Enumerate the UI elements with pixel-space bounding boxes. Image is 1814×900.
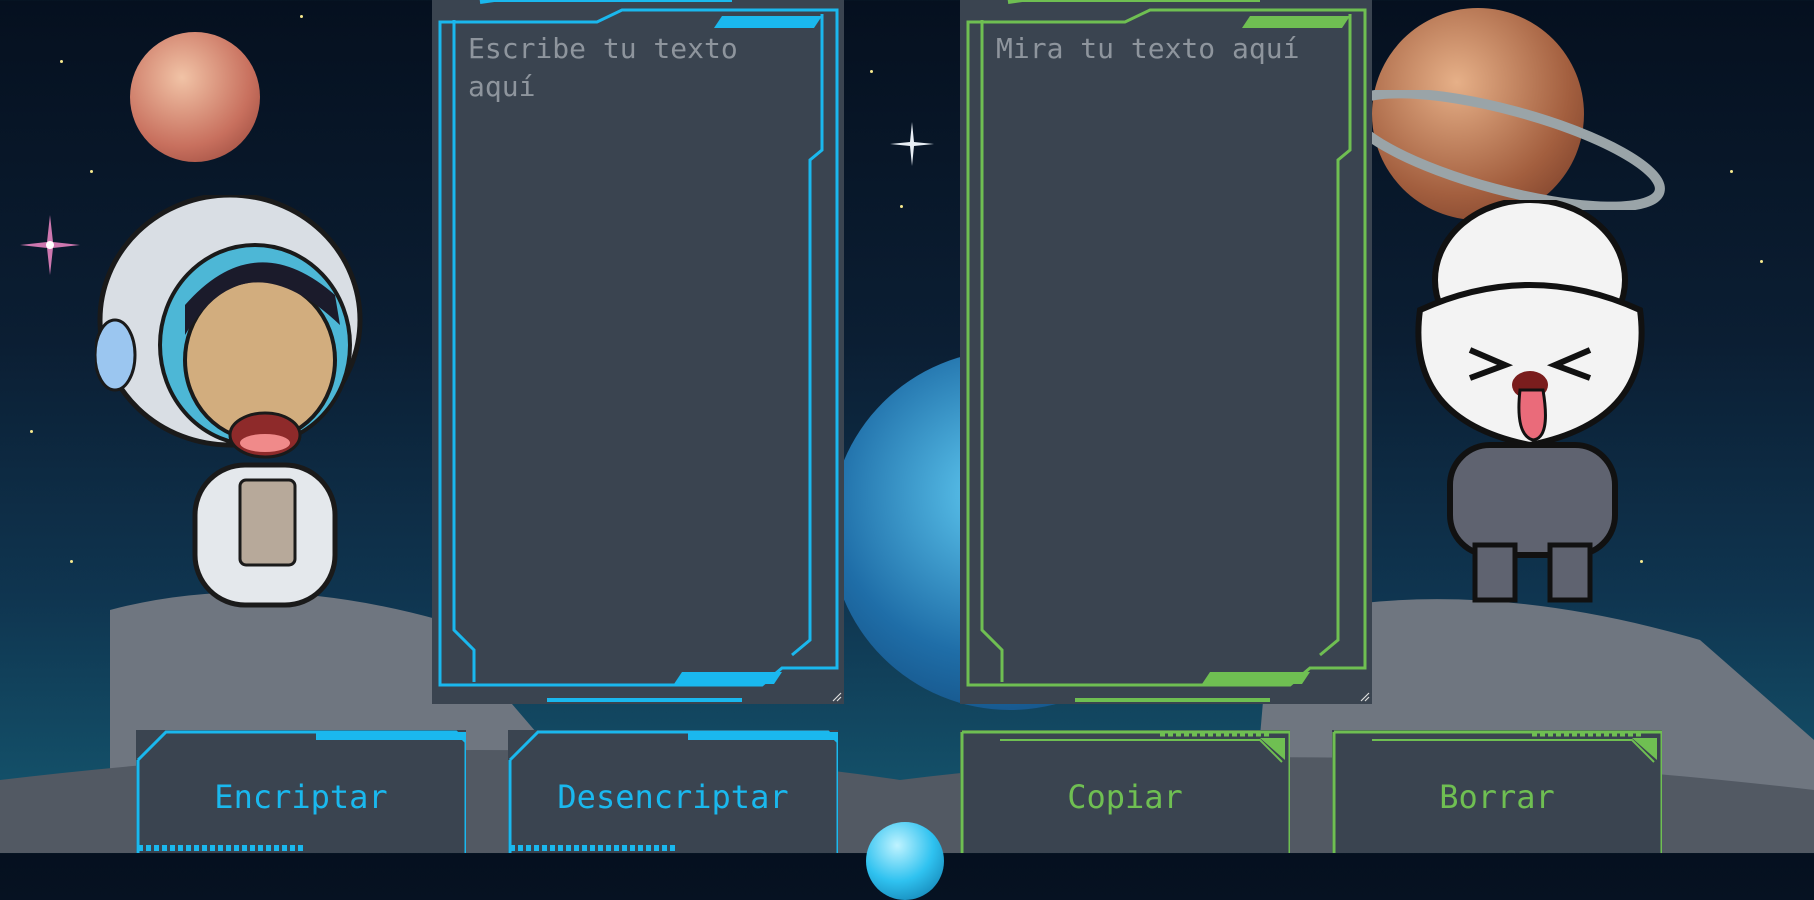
alien-tongue-out-icon — [1415, 200, 1645, 603]
star-icon — [60, 60, 63, 63]
output-text-panel — [960, 0, 1372, 704]
sparkle-icon — [890, 122, 934, 166]
input-text-panel — [432, 0, 844, 704]
saturn-ring-icon — [1345, 90, 1665, 210]
encrypt-button-label: Encriptar — [214, 778, 388, 816]
resize-grip-icon[interactable] — [832, 692, 842, 702]
glowing-orb-icon — [866, 822, 944, 900]
clear-button-label: Borrar — [1439, 778, 1555, 816]
copy-button[interactable]: Copiar — [960, 730, 1290, 853]
star-icon — [300, 15, 303, 18]
star-icon — [870, 70, 873, 73]
decrypt-button-label: Desencriptar — [557, 778, 789, 816]
star-icon — [30, 430, 33, 433]
input-textarea[interactable] — [468, 30, 798, 670]
copy-button-label: Copiar — [1067, 778, 1183, 816]
decrypt-button[interactable]: Desencriptar — [508, 730, 838, 853]
star-icon — [900, 205, 903, 208]
sparkle-icon — [20, 215, 80, 275]
astronaut-child-icon — [95, 195, 363, 608]
clear-button[interactable]: Borrar — [1332, 730, 1662, 853]
space-background — [0, 0, 1814, 853]
star-icon — [1730, 170, 1733, 173]
star-icon — [70, 560, 73, 563]
output-textarea[interactable] — [996, 30, 1326, 670]
star-icon — [1760, 260, 1763, 263]
star-icon — [90, 170, 93, 173]
resize-grip-icon[interactable] — [1360, 692, 1370, 702]
encrypt-button[interactable]: Encriptar — [136, 730, 466, 853]
jupiter-planet-icon — [130, 32, 260, 162]
